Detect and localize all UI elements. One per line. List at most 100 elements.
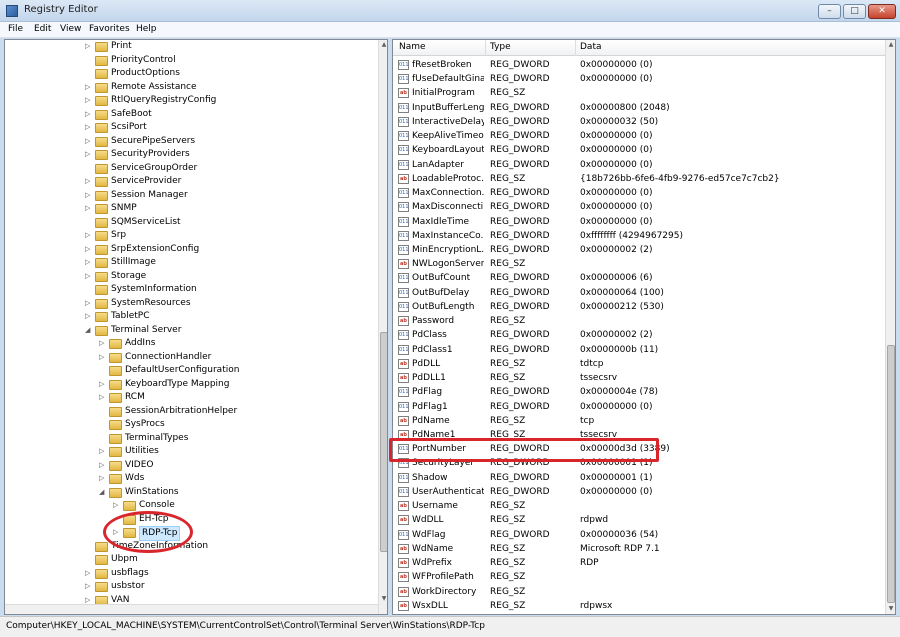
column-header-name[interactable]: Name: [399, 42, 426, 52]
tree-item[interactable]: ▷ Storage: [5, 270, 375, 283]
column-header-data[interactable]: Data: [580, 42, 602, 52]
scroll-down-icon[interactable]: ▼: [886, 604, 895, 614]
expand-arrow-icon[interactable]: ▷: [99, 459, 107, 472]
tree-item[interactable]: SystemInformation: [5, 283, 375, 296]
tree-item[interactable]: ProductOptions: [5, 67, 375, 80]
tree-horizontal-scrollbar[interactable]: [5, 604, 378, 614]
tree-item[interactable]: ▷ StillImage: [5, 256, 375, 269]
tree-item[interactable]: SessionArbitrationHelper: [5, 405, 375, 418]
tree-item[interactable]: ▷ Remote Assistance: [5, 81, 375, 94]
expand-arrow-icon[interactable]: ▷: [99, 472, 107, 485]
value-row[interactable]: 011 PdFlag REG_DWORD 0x0000004e (78): [393, 385, 883, 399]
value-row[interactable]: 011 PdClass1 REG_DWORD 0x0000000b (11): [393, 343, 883, 357]
tree-item[interactable]: ▷ SafeBoot: [5, 108, 375, 121]
value-row[interactable]: ab Username REG_SZ: [393, 499, 883, 513]
value-row[interactable]: 011InputBufferLeng... REG_DWORD 0x00000800…: [393, 101, 883, 115]
collapse-arrow-icon[interactable]: ◢: [99, 486, 107, 499]
tree-item[interactable]: ▷ SecurePipeServers: [5, 135, 375, 148]
value-row[interactable]: 011 LanAdapter REG_DWORD 0x00000000 (0): [393, 158, 883, 172]
expand-arrow-icon[interactable]: ▷: [85, 567, 93, 580]
value-row[interactable]: 011UserAuthenticat... REG_DWORD 0x00000000…: [393, 485, 883, 499]
expand-arrow-icon[interactable]: ▷: [85, 243, 93, 256]
tree-item[interactable]: ▷ ScsiPort: [5, 121, 375, 134]
minimize-button[interactable]: –: [818, 4, 841, 19]
value-row[interactable]: 011 OutBufCount REG_DWORD 0x00000006 (6): [393, 271, 883, 285]
tree-item[interactable]: ▷ TabletPC: [5, 310, 375, 323]
value-row[interactable]: ab PdName REG_SZ tcp: [393, 414, 883, 428]
tree-item[interactable]: PriorityControl: [5, 54, 375, 67]
value-row[interactable]: 011 fResetBroken REG_DWORD 0x00000000 (0): [393, 58, 883, 72]
maximize-button[interactable]: □: [843, 4, 866, 19]
menu-view[interactable]: View: [60, 24, 81, 34]
tree-item[interactable]: ◢ Terminal Server: [5, 324, 375, 337]
expand-arrow-icon[interactable]: ▷: [85, 94, 93, 107]
value-row[interactable]: 011 KeyboardLayout REG_DWORD 0x00000000 (0): [393, 143, 883, 157]
list-vertical-scrollbar[interactable]: ▲ ▼: [885, 40, 895, 614]
value-row[interactable]: ab PdDLL1 REG_SZ tssecsrv: [393, 371, 883, 385]
expand-arrow-icon[interactable]: ▷: [85, 108, 93, 121]
tree-item[interactable]: ▷ Session Manager: [5, 189, 375, 202]
tree-item[interactable]: ServiceGroupOrder: [5, 162, 375, 175]
value-row[interactable]: ab WsxDLL REG_SZ rdpwsx: [393, 599, 883, 613]
expand-arrow-icon[interactable]: ▷: [85, 121, 93, 134]
column-divider[interactable]: [575, 40, 576, 56]
tree-item[interactable]: TimeZoneInformation: [5, 540, 375, 553]
value-row[interactable]: 011 PdClass REG_DWORD 0x00000002 (2): [393, 328, 883, 342]
tree-item[interactable]: Ubpm: [5, 553, 375, 566]
value-row[interactable]: 011 Shadow REG_DWORD 0x00000001 (1): [393, 471, 883, 485]
menu-favorites[interactable]: Favorites: [89, 24, 130, 34]
column-divider[interactable]: [485, 40, 486, 56]
tree-item[interactable]: ▷ SystemResources: [5, 297, 375, 310]
expand-arrow-icon[interactable]: ▷: [113, 499, 121, 512]
column-header-type[interactable]: Type: [490, 42, 511, 52]
tree-item[interactable]: ▷ SNMP: [5, 202, 375, 215]
value-row[interactable]: 011 InteractiveDelay REG_DWORD 0x00000032 (…: [393, 115, 883, 129]
expand-arrow-icon[interactable]: ▷: [85, 229, 93, 242]
value-row[interactable]: 011 MaxDisconnecti... REG_DWORD 0x00000000 …: [393, 200, 883, 214]
expand-arrow-icon[interactable]: ▷: [99, 378, 107, 391]
tree-item[interactable]: TerminalTypes: [5, 432, 375, 445]
value-row[interactable]: ab NWLogonServer REG_SZ: [393, 257, 883, 271]
expand-arrow-icon[interactable]: ▷: [99, 351, 107, 364]
scroll-down-icon[interactable]: ▼: [379, 594, 387, 604]
expand-arrow-icon[interactable]: ▷: [99, 445, 107, 458]
value-row[interactable]: ab WdName REG_SZ Microsoft RDP 7.1: [393, 542, 883, 556]
expand-arrow-icon[interactable]: ▷: [85, 310, 93, 323]
value-row[interactable]: ab PdDLL REG_SZ tdtcp: [393, 357, 883, 371]
tree-item[interactable]: ▷ Console: [5, 499, 375, 512]
value-row[interactable]: 011 fUseDefaultGina REG_DWORD 0x00000000 (0…: [393, 72, 883, 86]
value-row[interactable]: 011 PdFlag1 REG_DWORD 0x00000000 (0): [393, 400, 883, 414]
tree-item[interactable]: ▷ VIDEO: [5, 459, 375, 472]
value-row[interactable]: ab WdDLL REG_SZ rdpwd: [393, 513, 883, 527]
tree-item[interactable]: ▷ RtlQueryRegistryConfig: [5, 94, 375, 107]
tree-item[interactable]: ▷ ConnectionHandler: [5, 351, 375, 364]
expand-arrow-icon[interactable]: ▷: [85, 580, 93, 593]
close-button[interactable]: ✕: [868, 4, 896, 19]
tree-item[interactable]: ▷ Srp: [5, 229, 375, 242]
tree-item[interactable]: ◢ WinStations: [5, 486, 375, 499]
expand-arrow-icon[interactable]: ▷: [85, 175, 93, 188]
value-row[interactable]: 011 OutBufLength REG_DWORD 0x00000212 (530): [393, 300, 883, 314]
expand-arrow-icon[interactable]: ▷: [85, 297, 93, 310]
expand-arrow-icon[interactable]: ▷: [85, 270, 93, 283]
expand-arrow-icon[interactable]: ▷: [85, 189, 93, 202]
tree-item[interactable]: DefaultUserConfiguration: [5, 364, 375, 377]
tree-item[interactable]: ▷ SecurityProviders: [5, 148, 375, 161]
tree-item[interactable]: ▷ usbstor: [5, 580, 375, 593]
scroll-up-icon[interactable]: ▲: [886, 40, 895, 50]
value-row[interactable]: 011KeepAliveTimeo... REG_DWORD 0x00000000 …: [393, 129, 883, 143]
registry-key-tree[interactable]: ▷ Print PriorityControl ProductOptions ▷ Remo…: [4, 39, 388, 615]
value-row[interactable]: ab WorkDirectory REG_SZ: [393, 585, 883, 599]
tree-scroll-thumb[interactable]: [380, 332, 387, 552]
scroll-up-icon[interactable]: ▲: [379, 40, 387, 50]
value-row[interactable]: 011 OutBufDelay REG_DWORD 0x00000064 (100): [393, 286, 883, 300]
tree-item[interactable]: ▷ SrpExtensionConfig: [5, 243, 375, 256]
menu-help[interactable]: Help: [136, 24, 157, 34]
tree-item[interactable]: ▷ Wds: [5, 472, 375, 485]
value-row[interactable]: 011 MinEncryptionL... REG_DWORD 0x00000002 …: [393, 243, 883, 257]
expand-arrow-icon[interactable]: ▷: [85, 40, 93, 53]
expand-arrow-icon[interactable]: ▷: [99, 337, 107, 350]
tree-item[interactable]: ▷ KeyboardType Mapping: [5, 378, 375, 391]
tree-item[interactable]: ▷ AddIns: [5, 337, 375, 350]
value-row[interactable]: ab InitialProgram REG_SZ: [393, 86, 883, 100]
